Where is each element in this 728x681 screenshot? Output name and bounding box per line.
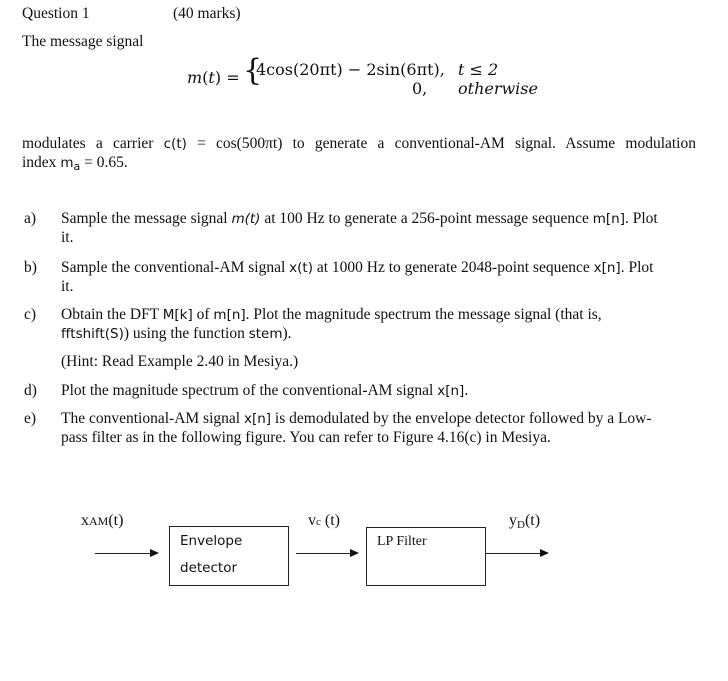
input-arrow xyxy=(95,553,150,554)
question-label: Question 1 xyxy=(22,5,90,22)
part-a-line1: Sample the message signal m(t) at 100 Hz… xyxy=(61,210,658,227)
equation-case1-cond: t ≤ 2 xyxy=(458,60,499,79)
marks-label: (40 marks) xyxy=(173,5,241,22)
part-e-line2: pass filter as in the following figure. … xyxy=(61,429,551,446)
carrier-symbol: c(t) xyxy=(163,136,187,152)
lowpass-filter-label: LP Filter xyxy=(377,534,427,549)
equation-lhs: m(t) = xyxy=(187,68,240,87)
part-b-line1: Sample the conventional-AM signal x(t) a… xyxy=(61,259,654,276)
equation-case2-expr: 0, xyxy=(412,79,428,98)
part-label: e) xyxy=(24,410,37,427)
envelope-detector-block: Envelope detector xyxy=(169,526,289,586)
equation-case2-cond: otherwise xyxy=(458,79,538,98)
output-arrowhead-icon xyxy=(540,549,549,557)
output-signal-label: yD(t) xyxy=(509,512,541,531)
part-c-line2: fftshift(S)) using the function stem). xyxy=(61,325,292,342)
part-label: c) xyxy=(24,306,37,323)
part-c-line1: Obtain the DFT M[k] of m[n]. Plot the ma… xyxy=(61,306,602,323)
carrier-text-rest: = cos(500πt) to generate a conventional-… xyxy=(197,135,696,152)
part-label: d) xyxy=(24,382,37,399)
modulation-index-symbol: ma xyxy=(60,155,81,173)
part-d-line1: Plot the magnitude spectrum of the conve… xyxy=(61,382,469,399)
part-e-line1: The conventional-AM signal x[n] is demod… xyxy=(61,410,652,427)
modulation-index-value: = 0.65. xyxy=(84,154,128,171)
part-label: a) xyxy=(24,210,37,227)
envelope-detector-label-line2: detector xyxy=(180,560,237,576)
lowpass-filter-block: LP Filter xyxy=(366,527,486,586)
part-b-line2: it. xyxy=(61,278,74,295)
middle-arrow xyxy=(296,553,350,554)
index-text: index xyxy=(22,154,57,171)
intro-text: The message signal xyxy=(22,33,144,50)
envelope-output-label: vc (t) xyxy=(308,512,340,529)
carrier-paragraph-line1: modulates a carrier c(t) = cos(500πt) to… xyxy=(22,135,696,153)
part-c-hint: (Hint: Read Example 2.40 in Mesiya.) xyxy=(61,353,299,370)
carrier-text: modulates a carrier xyxy=(22,135,154,152)
input-signal-label: xAM(t) xyxy=(81,512,124,529)
input-arrowhead-icon xyxy=(150,549,159,557)
part-a-line2: it. xyxy=(61,229,74,246)
part-label: b) xyxy=(24,259,37,276)
middle-arrowhead-icon xyxy=(350,549,359,557)
envelope-detector-label-line1: Envelope xyxy=(180,533,243,549)
carrier-paragraph-line2: index ma = 0.65. xyxy=(22,154,128,173)
equation-case1-expr: 4cos(20πt) − 2sin(6πt), xyxy=(256,60,445,79)
output-arrow xyxy=(485,553,541,554)
